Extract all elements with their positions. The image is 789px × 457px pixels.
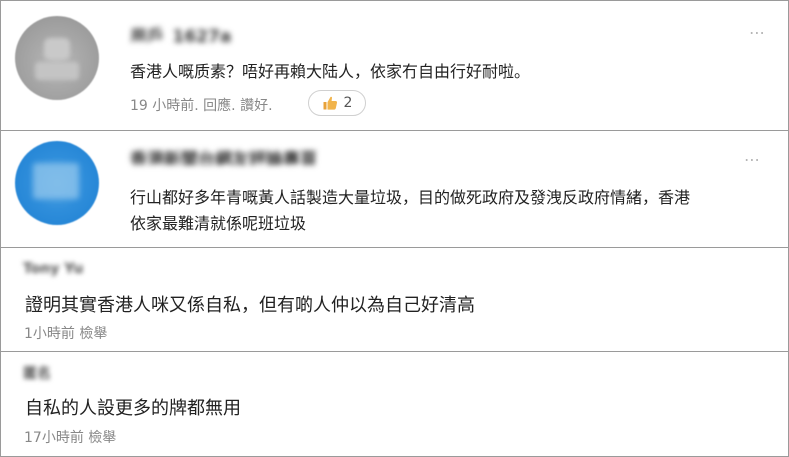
like-link[interactable]: 讚好	[240, 98, 268, 114]
comment-card-3: Tony Yu 證明其實香港人咪又係自私，但有啲人仲以為自己好清高 1小時前 檢…	[0, 247, 789, 352]
report-link[interactable]: 檢舉	[79, 326, 107, 342]
comment-meta: 19 小時前. 回應. 讚好.	[130, 98, 273, 114]
comment-meta: 1小時前 檢舉	[24, 323, 107, 343]
reply-link[interactable]: 回應	[203, 98, 231, 114]
avatar-body-shape	[35, 62, 79, 80]
more-options-icon[interactable]: ⋯	[744, 150, 761, 169]
comment-text: 自私的人設更多的牌都無用	[25, 398, 241, 419]
comment-timestamp: 19 小時前	[130, 98, 195, 114]
comment-text: 行山都好多年青嘅黃人話製造大量垃圾，目的做死政府及發洩反政府情緒，香港 依家最難…	[130, 185, 690, 237]
comment-username[interactable]: 用戶_1627a	[130, 22, 263, 42]
comment-text: 證明其實香港人咪又係自私，但有啲人仲以為自己好清高	[25, 295, 475, 316]
user-avatar[interactable]	[15, 141, 99, 225]
comment-username[interactable]: 匿名	[23, 363, 69, 381]
comment-text: 香港人嘅质素？唔好再賴大陆人，依家冇自由行好耐啦。	[130, 62, 531, 81]
like-count: 2	[343, 95, 353, 111]
more-options-icon[interactable]: ⋯	[749, 23, 766, 42]
report-link[interactable]: 檢舉	[88, 430, 116, 446]
comment-timestamp: 17小時前	[24, 430, 84, 446]
avatar-image-shape	[33, 163, 79, 199]
comment-username[interactable]: Tony Yu	[23, 261, 107, 279]
comment-text-line-2: 依家最難清就係呢班垃圾	[130, 214, 307, 233]
comment-card-2: 香港新聞台網友評論專頁 ⋯ 行山都好多年青嘅黃人話製造大量垃圾，目的做死政府及發…	[0, 130, 789, 248]
thumbs-up-icon	[323, 96, 337, 110]
comment-card-1: 用戶_1627a ⋯ 香港人嘅质素？唔好再賴大陆人，依家冇自由行好耐啦。 19 …	[0, 0, 789, 131]
comment-timestamp: 1小時前	[24, 326, 75, 342]
comment-text-line-1: 行山都好多年青嘅黃人話製造大量垃圾，目的做死政府及發洩反政府情緒，香港	[130, 188, 691, 207]
comment-card-4: 匿名 自私的人設更多的牌都無用 17小時前 檢舉	[0, 351, 789, 457]
comment-username[interactable]: 香港新聞台網友評論專頁	[130, 145, 433, 165]
like-count-button[interactable]: 2	[308, 90, 366, 116]
comment-meta: 17小時前 檢舉	[24, 427, 116, 447]
avatar-head-shape	[44, 38, 70, 60]
user-avatar[interactable]	[15, 16, 99, 100]
